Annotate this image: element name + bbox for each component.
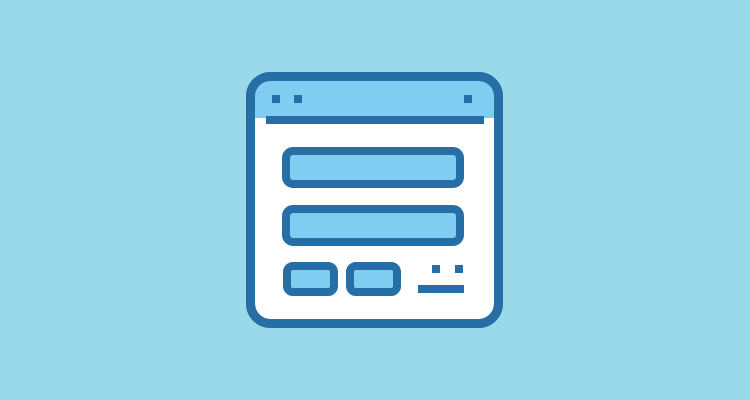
control-dot-left-2 xyxy=(294,95,302,103)
title-bar xyxy=(250,76,499,118)
text-field-icon xyxy=(282,205,464,246)
button-icon xyxy=(283,262,338,296)
control-dot-left-1 xyxy=(272,95,280,103)
link-dot-1 xyxy=(432,265,440,273)
control-dot-right xyxy=(464,95,472,103)
link-dot-2 xyxy=(455,265,463,273)
text-field-icon xyxy=(282,147,464,188)
illustration-scene xyxy=(0,0,750,400)
illustration-canvas xyxy=(0,0,750,400)
browser-window-icon xyxy=(246,72,503,328)
button-icon xyxy=(346,262,401,296)
link-underline xyxy=(418,285,464,293)
